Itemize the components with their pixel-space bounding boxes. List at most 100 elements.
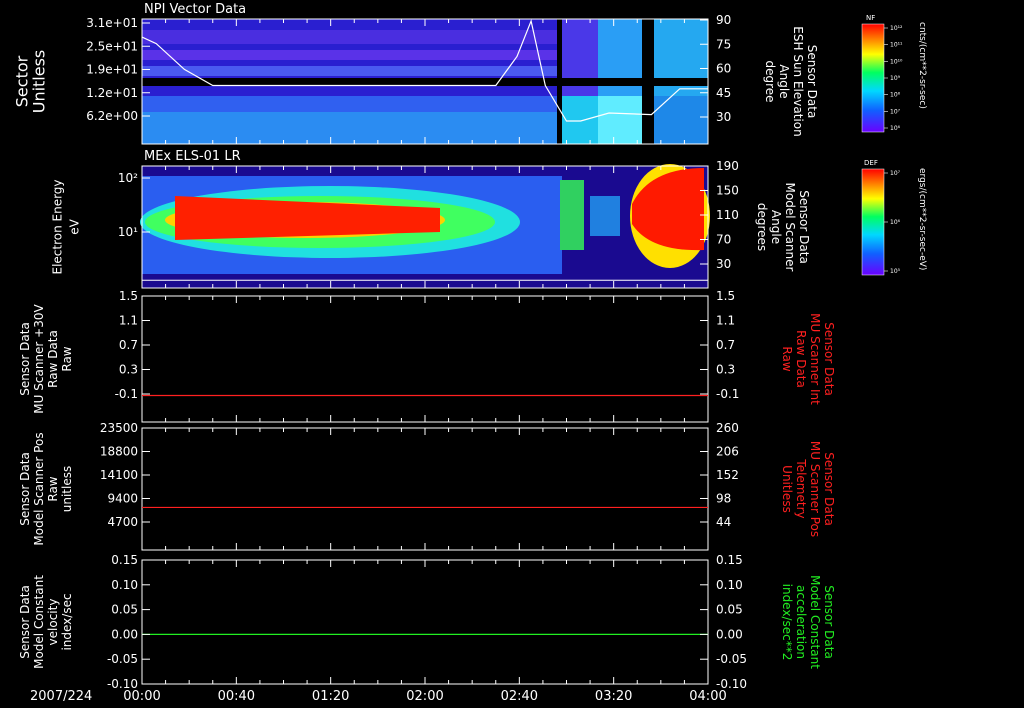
panel-els-title: MEx ELS-01 LR — [144, 149, 241, 164]
y2-tick-label: 0.10 — [716, 578, 743, 592]
colorbar-nf-scale — [861, 23, 885, 133]
y2-tick-label: 70 — [716, 233, 731, 247]
colorbar-tick-label: 10¹⁰ — [890, 58, 903, 65]
y-tick-label: -0.05 — [107, 652, 138, 666]
y-axis-label-line: Unitless — [30, 50, 49, 114]
y-tick-label: 0.15 — [111, 553, 138, 567]
colorbar-def-unit: ergs/(cm**2-sr-sec-eV) — [917, 168, 927, 270]
heatmap-band-lowest — [142, 112, 557, 144]
y-tick-label: 2.5e+01 — [86, 39, 138, 53]
y-tick-label: 0.7 — [119, 338, 138, 352]
x-axis-date: 2007/224 — [30, 689, 92, 704]
y2-tick-label: 0.00 — [716, 627, 743, 641]
y-axis-label-line: index/sec — [60, 593, 74, 650]
y2-tick-label: 1.5 — [716, 289, 735, 303]
panel-scanner-voltage: 1.5 1.1 0.7 0.3 -0.1 1.5 1.1 0.7 0.3 -0.1 — [115, 289, 739, 423]
y2-tick-label: 30 — [716, 257, 731, 271]
y2-axis-label-line: Angle — [769, 210, 783, 244]
y-tick-label: 1.2e+01 — [86, 86, 138, 100]
heatmap-gap-1 — [557, 19, 562, 144]
y2-axis-label-line: Sensor Data — [797, 190, 811, 264]
y2-tick-label: 0.05 — [716, 603, 743, 617]
heatmap-block-c-low — [654, 96, 708, 144]
colorbar-def-scale — [861, 168, 885, 276]
y2-axis-label-line: Model Scanner — [783, 183, 797, 272]
x-tick-label: 02:40 — [501, 689, 538, 704]
y-axis-label-line: Electron Energy — [51, 179, 65, 274]
y2-axis-label-line: MU Scanner Int — [808, 313, 822, 405]
y-axis-label-line: Sensor Data — [18, 452, 32, 526]
y2-tick-label: 60 — [716, 62, 731, 76]
y2-tick-label: 0.15 — [716, 553, 743, 567]
y-tick-label: 14100 — [100, 468, 138, 482]
y2-axis-label-line: acceleration — [794, 585, 808, 659]
x-tick-label: 01:20 — [312, 689, 349, 704]
instrument-plot: NPI Vector Data 3.1e+01 2.5e+01 1.9e+01 1.2… — [13, 2, 928, 704]
colorbar-def-title: DEF — [864, 159, 878, 167]
y-tick-label: 18800 — [100, 445, 138, 459]
y2-axis-label-line: Raw Data — [794, 330, 808, 388]
els-region-green-2 — [560, 180, 584, 250]
y2-axis-label-line: MU Scanner Pos — [808, 441, 822, 537]
y2-tick-label: 90 — [716, 13, 731, 27]
x-tick-label: 00:00 — [123, 689, 160, 704]
y-axis-label-line: Model Scanner Pos — [32, 432, 46, 545]
y2-axis-label-line: Model Constant — [808, 575, 822, 669]
x-tick-label: 04:00 — [689, 689, 726, 704]
y2-axis-label-line: Angle — [777, 64, 791, 98]
y-axis-label-line: velocity — [46, 599, 60, 646]
colorbar-tick-label: 10⁵ — [890, 268, 901, 275]
y2-axis-label-line: Sensor Data — [822, 585, 836, 659]
y2-tick-label: 75 — [716, 37, 731, 51]
colorbar-tick-label: 10¹¹ — [890, 42, 903, 49]
panel-npi: NPI Vector Data 3.1e+01 2.5e+01 1.9e+01 1.2… — [86, 2, 731, 145]
y-axis-label-line: Model Constant — [32, 575, 46, 669]
y2-axis-label-line: Sensor Data — [822, 452, 836, 526]
colorbar-tick-label: 10⁹ — [890, 75, 901, 82]
y-tick-label: 4700 — [107, 515, 138, 529]
y2-axis-label-line: ESH Sun Elevation — [791, 26, 805, 136]
y-tick-label: 3.1e+01 — [86, 16, 138, 30]
y-axis-label-line: Raw — [46, 476, 60, 501]
colorbar-nf: NF 10¹² 10¹¹ 10¹⁰ 10⁹ 10⁸ 10⁷ 10⁶ cnts/(cm**2-… — [861, 14, 927, 133]
heatmap-gap-row-2 — [562, 78, 708, 86]
y2-axis-label-line: degrees — [755, 203, 769, 251]
y2-tick-label: 1.1 — [716, 314, 735, 328]
colorbar-nf-title: NF — [866, 14, 875, 22]
y-tick-label: -0.1 — [115, 387, 138, 401]
y-tick-label: 1.9e+01 — [86, 63, 138, 77]
y-tick-label: 6.2e+00 — [86, 109, 138, 123]
heatmap-block-a-low — [562, 96, 598, 144]
panel-els: MEx ELS-01 LR 10² 10¹ 190 150 110 70 30 — [118, 149, 739, 289]
els-region-blue-2 — [590, 196, 620, 236]
panel-npi-heatmap — [141, 18, 708, 144]
y-tick-label: 10¹ — [118, 225, 138, 239]
y-axis-label-line: Sensor Data — [18, 322, 32, 396]
colorbar-tick-label: 10⁷ — [890, 170, 901, 177]
y2-tick-label: 206 — [716, 445, 739, 459]
panel-scanner-position: 23500 18800 14100 9400 4700 260 206 152 98 44 — [100, 421, 739, 551]
colorbar-nf-unit: cnts/(cm**2-sr-sec) — [917, 22, 927, 109]
y2-tick-label: -0.05 — [716, 652, 747, 666]
y2-tick-label: 98 — [716, 492, 731, 506]
y2-axis-label-line: Sensor Data — [805, 45, 819, 119]
y2-tick-label: -0.1 — [716, 387, 739, 401]
panel-scanner-voltage-frame — [141, 295, 709, 423]
y2-axis-label-line: Telemetry — [794, 458, 808, 518]
panel-npi-title: NPI Vector Data — [144, 2, 246, 17]
y-tick-label: 0.00 — [111, 627, 138, 641]
heatmap-band-31 — [142, 30, 557, 44]
y-tick-label: 0.10 — [111, 578, 138, 592]
y2-tick-label: 110 — [716, 208, 739, 222]
heatmap-band-19 — [142, 66, 557, 76]
colorbar-def: DEF 10⁷ 10⁶ 10⁵ ergs/(cm**2-sr-sec-eV) — [861, 159, 927, 276]
y2-axis-label-line: Sensor Data — [822, 322, 836, 396]
heatmap-block-b-low — [598, 96, 642, 144]
y2-axis-label-line: Unitless — [780, 465, 794, 513]
panel-scanner-position-frame — [141, 427, 709, 551]
y-axis-label-line: eV — [68, 218, 82, 234]
y2-tick-label: 190 — [716, 159, 739, 173]
heatmap-gap-row — [142, 78, 557, 86]
y2-tick-label: 44 — [716, 515, 731, 529]
y2-tick-label: 0.7 — [716, 338, 735, 352]
